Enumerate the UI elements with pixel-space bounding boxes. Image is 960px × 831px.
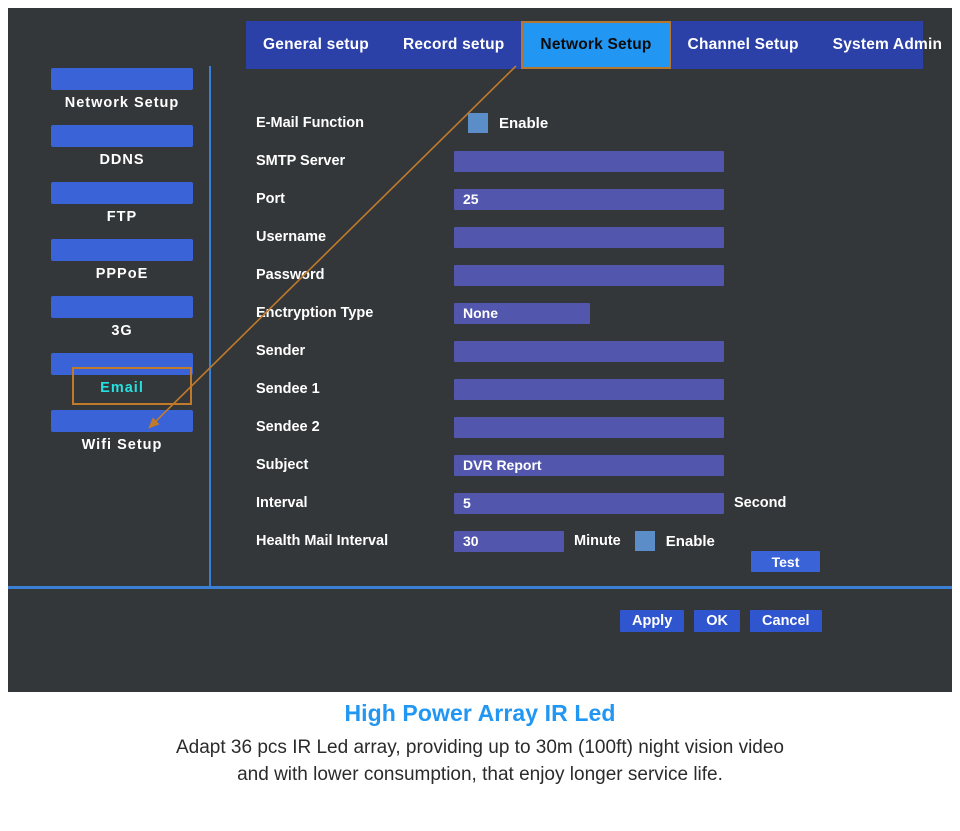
footer-divider bbox=[8, 586, 952, 589]
input-subject[interactable]: DVR Report bbox=[454, 454, 724, 476]
checkbox-health-mail-enable[interactable] bbox=[634, 531, 655, 551]
caption-title: High Power Array IR Led bbox=[344, 700, 616, 726]
sidebar-item-network-setup[interactable]: Network Setup bbox=[47, 68, 197, 111]
row-password: Password bbox=[256, 256, 916, 294]
network-sidebar: Network Setup DDNS FTP PPPoE 3G Email Wi… bbox=[47, 68, 197, 467]
sidebar-item-wifi-setup[interactable]: Wifi Setup bbox=[47, 410, 197, 453]
cancel-button[interactable]: Cancel bbox=[750, 610, 822, 632]
sidebar-button-ftp[interactable] bbox=[51, 182, 193, 204]
label-sendee-2: Sendee 2 bbox=[256, 419, 320, 435]
sidebar-item-ddns[interactable]: DDNS bbox=[47, 125, 197, 168]
label-interval: Interval bbox=[256, 495, 308, 511]
tab-record-setup[interactable]: Record setup bbox=[386, 21, 521, 69]
product-caption: High Power Array IR Led Adapt 36 pcs IR … bbox=[0, 700, 960, 789]
tab-channel-setup[interactable]: Channel Setup bbox=[671, 21, 816, 69]
sidebar-button-3g[interactable] bbox=[51, 296, 193, 318]
unit-interval-second: Second bbox=[734, 495, 787, 511]
label-email-function: E-Mail Function bbox=[256, 115, 364, 131]
input-smtp-server[interactable] bbox=[454, 150, 724, 172]
sidebar-label-email: Email bbox=[100, 380, 144, 396]
row-port: Port 25 bbox=[256, 180, 916, 218]
sidebar-item-email[interactable]: Email bbox=[47, 353, 197, 405]
main-tab-bar: General setup Record setup Network Setup… bbox=[246, 21, 942, 69]
input-password[interactable] bbox=[454, 264, 724, 286]
footer-button-group: Apply OK Cancel bbox=[620, 610, 822, 632]
checkbox-email-function[interactable] bbox=[468, 113, 488, 133]
unit-health-mail-minute: Minute bbox=[574, 533, 621, 549]
email-settings-form: E-Mail Function Enable SMTP Server Port … bbox=[256, 104, 916, 560]
dvr-settings-panel: General setup Record setup Network Setup… bbox=[8, 8, 952, 692]
input-sendee-2[interactable] bbox=[454, 416, 724, 438]
select-encryption-type[interactable]: None bbox=[454, 302, 590, 324]
row-email-function: E-Mail Function Enable bbox=[256, 104, 916, 142]
label-health-mail-enable: Enable bbox=[665, 532, 715, 550]
label-sender: Sender bbox=[256, 343, 306, 359]
apply-button[interactable]: Apply bbox=[620, 610, 685, 632]
label-password: Password bbox=[256, 267, 325, 283]
vertical-divider bbox=[209, 66, 211, 588]
sidebar-item-pppoe[interactable]: PPPoE bbox=[47, 239, 197, 282]
sidebar-button-network-setup[interactable] bbox=[51, 68, 193, 90]
input-sender[interactable] bbox=[454, 340, 724, 362]
tab-system-admin[interactable]: System Admin bbox=[816, 21, 960, 69]
tab-general-setup[interactable]: General setup bbox=[246, 21, 386, 69]
row-subject: Subject DVR Report bbox=[256, 446, 916, 484]
sidebar-label-3g: 3G bbox=[111, 323, 133, 339]
label-health-mail-interval: Health Mail Interval bbox=[256, 533, 389, 549]
sidebar-button-email[interactable] bbox=[51, 353, 193, 375]
sidebar-label-network-setup: Network Setup bbox=[64, 95, 180, 111]
sidebar-button-pppoe[interactable] bbox=[51, 239, 193, 261]
label-port: Port bbox=[256, 191, 285, 207]
sidebar-button-ddns[interactable] bbox=[51, 125, 193, 147]
input-port[interactable]: 25 bbox=[454, 188, 724, 210]
row-smtp-server: SMTP Server bbox=[256, 142, 916, 180]
row-sendee-1: Sendee 1 bbox=[256, 370, 916, 408]
row-interval: Interval 5 Second bbox=[256, 484, 916, 522]
sidebar-item-ftp[interactable]: FTP bbox=[47, 182, 197, 225]
row-sendee-2: Sendee 2 bbox=[256, 408, 916, 446]
label-subject: Subject bbox=[256, 457, 309, 473]
caption-body: Adapt 36 pcs IR Led array, providing up … bbox=[176, 737, 784, 785]
row-encryption-type: Enctryption Type None bbox=[256, 294, 916, 332]
input-username[interactable] bbox=[454, 226, 724, 248]
label-encryption-type: Enctryption Type bbox=[256, 305, 374, 321]
sidebar-item-3g[interactable]: 3G bbox=[47, 296, 197, 339]
input-health-mail-interval[interactable]: 30 bbox=[454, 530, 564, 552]
sidebar-label-ddns: DDNS bbox=[99, 152, 145, 168]
ok-button[interactable]: OK bbox=[694, 610, 741, 632]
input-interval[interactable]: 5 bbox=[454, 492, 724, 514]
row-sender: Sender bbox=[256, 332, 916, 370]
test-button[interactable]: Test bbox=[751, 551, 820, 572]
label-username: Username bbox=[256, 229, 327, 245]
label-smtp-server: SMTP Server bbox=[256, 153, 346, 169]
row-username: Username bbox=[256, 218, 916, 256]
label-email-function-enable: Enable bbox=[499, 114, 549, 132]
sidebar-button-wifi-setup[interactable] bbox=[51, 410, 193, 432]
sidebar-label-wifi-setup: Wifi Setup bbox=[81, 437, 163, 453]
input-sendee-1[interactable] bbox=[454, 378, 724, 400]
sidebar-label-ftp: FTP bbox=[106, 209, 138, 225]
tab-network-setup[interactable]: Network Setup bbox=[521, 21, 671, 69]
label-sendee-1: Sendee 1 bbox=[256, 381, 320, 397]
sidebar-label-pppoe: PPPoE bbox=[95, 266, 149, 282]
